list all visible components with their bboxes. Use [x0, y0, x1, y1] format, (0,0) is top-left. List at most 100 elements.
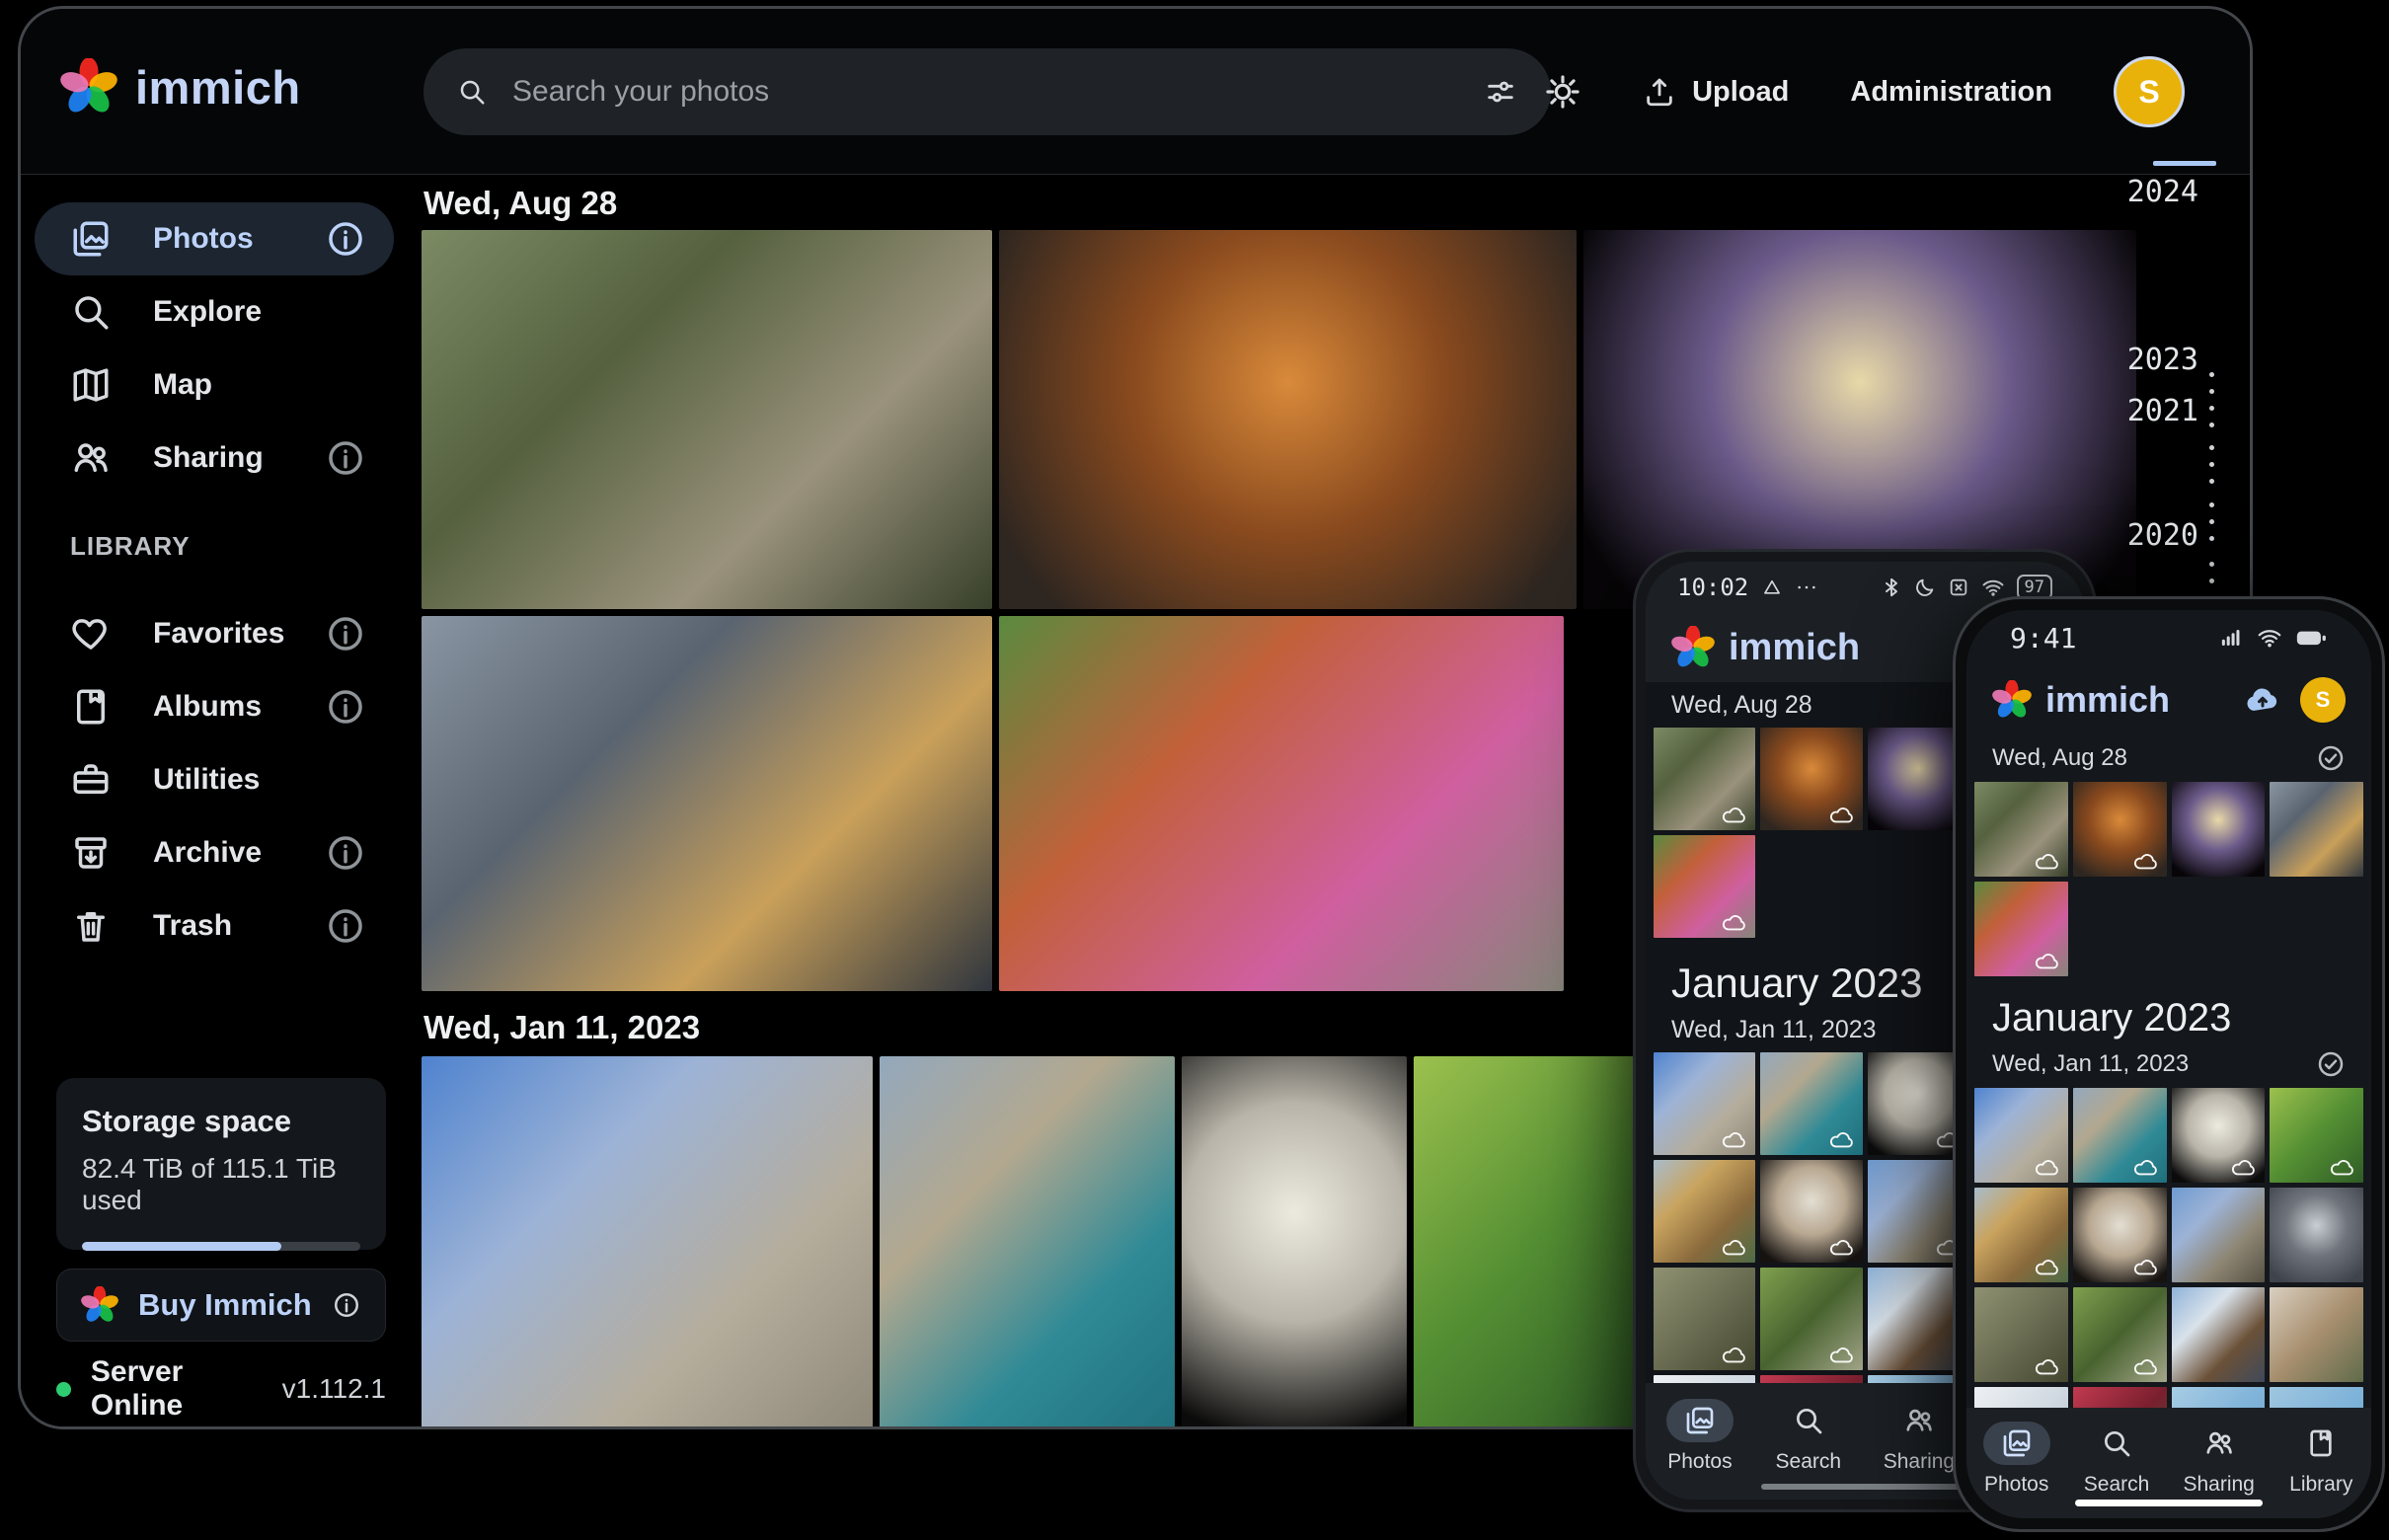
nav-item-sharing[interactable]: Sharing [1884, 1399, 1955, 1474]
photo-thumbnail-bust[interactable] [2172, 1088, 2266, 1183]
photo-thumbnail-dinner[interactable] [2073, 782, 2167, 877]
status-clock: 9:41 [2010, 622, 2076, 654]
info-icon[interactable] [325, 613, 366, 654]
scrubber-year-2024[interactable]: 2024 [2127, 175, 2198, 209]
photo-thumbnail-autumn[interactable] [999, 616, 1564, 991]
nav-item-photos[interactable]: Photos [1983, 1422, 2050, 1497]
backup-cloud-icon[interactable] [2243, 680, 2282, 720]
info-icon[interactable] [325, 905, 366, 947]
topbar-actions: Upload Administration S [1544, 9, 2185, 175]
search-filter-icon[interactable] [1484, 75, 1517, 109]
toolbox-icon [70, 759, 112, 801]
upload-button[interactable]: Upload [1643, 75, 1789, 109]
nav-item-photos[interactable]: Photos [1666, 1399, 1734, 1474]
sidebar-item-map[interactable]: Map [35, 348, 394, 422]
photo-thumbnail-monkeys[interactable] [422, 230, 992, 609]
photo-thumbnail-hands[interactable] [2270, 782, 2363, 877]
scrubber-year-2021[interactable]: 2021 [2127, 394, 2198, 428]
photo-thumbnail-coastal[interactable] [2073, 1088, 2167, 1183]
search-bar[interactable]: Search your photos [424, 48, 1551, 135]
photo-thumbnail-ruins[interactable] [2172, 1188, 2266, 1282]
photo-thumbnail-lizard1[interactable] [1654, 1268, 1755, 1370]
home-indicator[interactable] [1761, 1484, 1968, 1490]
status-clock: 10:02 [1677, 574, 1748, 601]
cloud-backup-icon [1829, 1346, 1856, 1364]
immich-logo[interactable]: immich [60, 58, 301, 116]
sidebar-item-photos[interactable]: Photos [35, 202, 394, 275]
notification-triangle-icon [1762, 578, 1782, 597]
album-icon [2287, 1422, 2354, 1465]
photo-thumbnail-bust[interactable] [1182, 1056, 1407, 1429]
nav-item-search[interactable]: Search [1775, 1399, 1842, 1474]
photo-thumbnail-hands[interactable] [422, 616, 992, 991]
cloud-backup-icon [2035, 852, 2061, 871]
storage-space-card: Storage space 82.4 TiB of 115.1 TiB used [56, 1078, 386, 1250]
sidebar-item-favorites[interactable]: Favorites [35, 597, 394, 670]
sidebar-item-utilities[interactable]: Utilities [35, 743, 394, 816]
nav-item-search[interactable]: Search [2083, 1422, 2150, 1497]
photo-thumbnail-marble[interactable] [2073, 1188, 2167, 1282]
photo-thumbnail-autumn[interactable] [1974, 882, 2068, 976]
sidebar-item-sharing[interactable]: Sharing [35, 422, 394, 495]
photo-thumbnail-berries[interactable] [2270, 1088, 2363, 1183]
info-icon[interactable] [332, 1290, 361, 1320]
nav-item-sharing[interactable]: Sharing [2183, 1422, 2254, 1497]
sidebar-item-trash[interactable]: Trash [35, 889, 394, 962]
sidebar-item-explore[interactable]: Explore [35, 275, 394, 348]
nav-item-library[interactable]: Library [2287, 1422, 2354, 1497]
info-icon[interactable] [325, 832, 366, 874]
photo-thumbnail-castle[interactable] [422, 1056, 873, 1429]
photo-thumbnail-beach[interactable] [1654, 1160, 1755, 1263]
immich-wordmark: immich [1729, 627, 1860, 669]
photo-thumbnail-tower[interactable] [2270, 1188, 2363, 1282]
photo-thumbnail-marble[interactable] [1760, 1160, 1862, 1263]
sidebar-item-label: Explore [153, 295, 366, 329]
nav-item-label: Sharing [2183, 1473, 2254, 1497]
scrubber-year-2020[interactable]: 2020 [2127, 518, 2198, 553]
photo-thumbnail-coastal[interactable] [1760, 1052, 1862, 1155]
sidebar-library-header: LIBRARY [35, 524, 394, 568]
photo-thumbnail-coastal[interactable] [880, 1056, 1175, 1429]
nav-item-label: Library [2289, 1473, 2352, 1497]
info-icon[interactable] [325, 686, 366, 728]
photo-thumbnail-castle[interactable] [1654, 1052, 1755, 1155]
scrubber-year-2023[interactable]: 2023 [2127, 343, 2198, 377]
photo-thumbnail-lizard2[interactable] [2073, 1287, 2167, 1382]
sidebar-item-label: Utilities [153, 763, 366, 797]
photo-thumbnail-lizard1[interactable] [1974, 1287, 2068, 1382]
photo-thumbnail-monkeys[interactable] [1974, 782, 2068, 877]
cloud-backup-icon [1829, 1238, 1856, 1257]
administration-link[interactable]: Administration [1850, 76, 2052, 109]
sidebar-item-archive[interactable]: Archive [35, 816, 394, 889]
select-all-check-icon[interactable] [2316, 743, 2346, 773]
photo-thumbnail-castle[interactable] [1974, 1088, 2068, 1183]
photo-thumbnail-winter[interactable] [2172, 1287, 2266, 1382]
nav-item-label: Sharing [1884, 1450, 1955, 1474]
photo-thumbnail-fireworks[interactable] [2172, 782, 2266, 877]
select-all-check-icon[interactable] [2316, 1049, 2346, 1079]
info-icon[interactable] [325, 437, 366, 479]
phone2-status-bar: 9:41 [1966, 610, 2371, 665]
photo-thumbnail-monkeys[interactable] [1654, 728, 1755, 830]
battery-icon [2294, 621, 2328, 654]
scrubber-month-dot [2209, 479, 2214, 484]
home-indicator[interactable] [2075, 1500, 2263, 1506]
sidebar-nav-list: PhotosExploreMapSharingLIBRARYFavoritesA… [35, 202, 394, 962]
user-avatar[interactable]: S [2300, 677, 2346, 723]
info-icon[interactable] [325, 218, 366, 260]
theme-toggle-sun-icon[interactable] [1544, 73, 1581, 111]
buy-immich-button[interactable]: Buy Immich [56, 1269, 386, 1342]
photo-thumbnail-beach[interactable] [1974, 1188, 2068, 1282]
immich-logo: immich [1671, 626, 1860, 669]
photo-thumbnail-dinner[interactable] [999, 230, 1577, 609]
user-avatar[interactable]: S [2114, 56, 2185, 127]
photo-thumbnail-farm[interactable] [2270, 1287, 2363, 1382]
photo-thumbnail-lizard2[interactable] [1760, 1268, 1862, 1370]
photo-thumbnail-dinner[interactable] [1760, 728, 1862, 830]
photo-thumbnail-autumn[interactable] [1654, 835, 1755, 938]
sidebar-item-albums[interactable]: Albums [35, 670, 394, 743]
nav-item-label: Photos [1667, 1450, 1732, 1474]
storage-progress-fill [82, 1242, 281, 1251]
phone-mockup-iphone: 9:41 immich S Wed, Aug 28 Janu [1953, 596, 2385, 1532]
photo-thumbnail-berries[interactable] [1414, 1056, 1641, 1429]
